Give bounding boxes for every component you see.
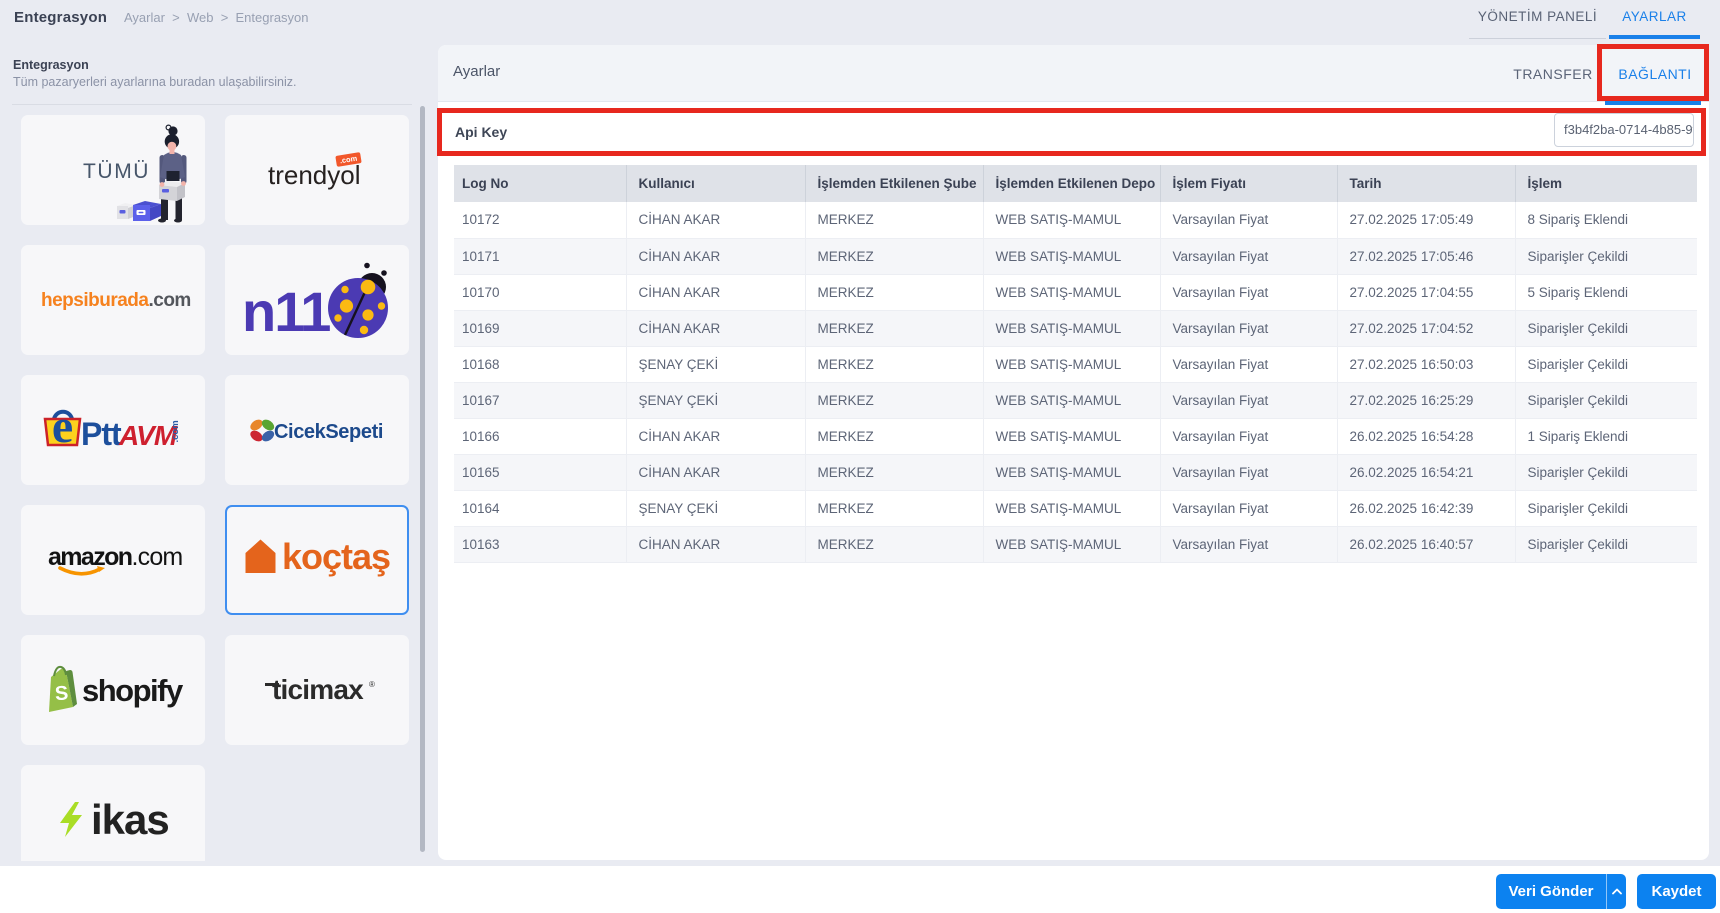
svg-text:Ptt: Ptt (81, 416, 122, 452)
svg-text:e: e (52, 400, 73, 453)
svg-text:S: S (54, 682, 69, 705)
svg-text:AVM: AVM (118, 420, 178, 451)
svg-text:.com: .com (170, 420, 181, 442)
